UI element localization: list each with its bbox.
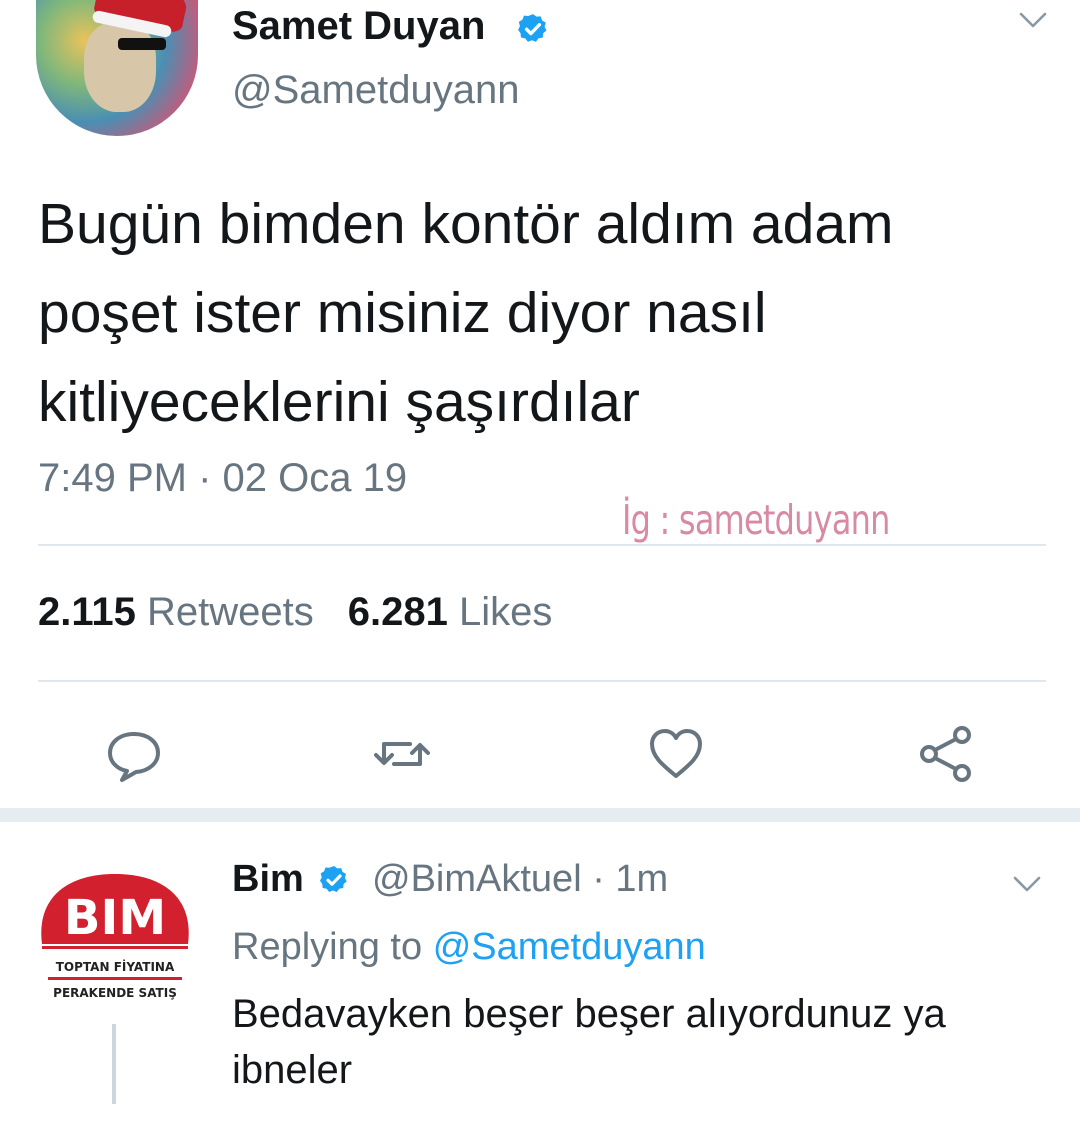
main-tweet: Samet Duyan @Sametduyann Bugün bimden ko… [0,0,1080,825]
user-handle[interactable]: @Sametduyann [232,68,519,113]
tweet-text-line: poşet ister misiniz diyor nasıl [38,281,767,345]
display-name[interactable]: Samet Duyan [232,4,485,49]
thread-line [112,1024,116,1104]
verified-badge-icon [518,14,547,42]
avatar-face [84,22,156,112]
reply-tweet: BIM TOPTAN FİYATINA PERAKENDE SATIŞ Bim … [0,822,1080,1129]
reply-text-line: ibneler [232,1048,353,1092]
profile-avatar[interactable] [36,0,198,136]
sunglasses [118,38,166,50]
instagram-watermark: İg : sametduyann [622,496,890,544]
retweets-label: Retweets [147,590,314,634]
reply-text: Bedavayken beşer beşer alıyordunuz ya ib… [232,986,1052,1098]
reply-handle-time[interactable]: @BimAktuel · 1m [372,858,668,901]
reply-text-line: Bedavayken beşer beşer alıyordunuz ya [232,992,946,1036]
reply-display-name[interactable]: Bim [232,858,304,901]
bim-tagline-bottom: PERAKENDE SATIŞ [53,986,177,1000]
share-icon[interactable] [914,722,978,786]
like-icon[interactable] [644,722,708,786]
bim-wordmark: BIM [64,890,166,946]
tweet-separator [0,808,1080,822]
likes-stat[interactable]: 6.281 Likes [348,590,553,634]
engagement-stats: 2.115 Retweets 6.281 Likes [38,590,552,635]
retweets-stat[interactable]: 2.115 Retweets [38,590,314,634]
bim-logo[interactable]: BIM TOPTAN FİYATINA PERAKENDE SATIŞ [30,852,200,1012]
retweets-count: 2.115 [38,590,136,634]
replying-mention[interactable]: @Sametduyann [433,926,706,968]
bim-tagline-top: TOPTAN FİYATINA [56,959,175,974]
chevron-down-icon[interactable] [1018,10,1048,30]
verified-badge-icon [320,866,347,892]
reply-icon[interactable] [102,722,166,786]
tweet-timestamp[interactable]: 7:49 PM · 02 Oca 19 [38,456,407,501]
replying-prefix: Replying to [232,926,423,968]
tweet-text-line: Bugün bimden kontör aldım adam [38,192,894,256]
likes-label: Likes [459,590,553,634]
divider [38,680,1046,682]
retweet-icon[interactable] [370,722,434,786]
likes-count: 6.281 [347,590,448,634]
replying-to: Replying to @Sametduyann [232,926,706,969]
divider [38,544,1046,546]
chevron-down-icon[interactable] [1012,874,1042,894]
tweet-text-line: kitliyeceklerini şaşırdılar [38,370,640,434]
tweet-text: Bugün bimden kontör aldım adam poşet ist… [38,180,1048,447]
